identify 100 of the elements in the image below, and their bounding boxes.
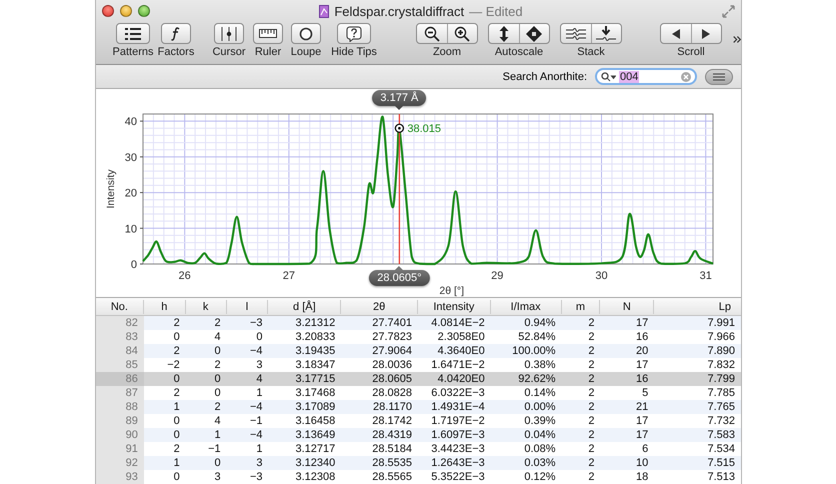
column-header[interactable]: m <box>562 300 600 314</box>
toolbar-label: Patterns <box>112 46 154 58</box>
table-cell-text: −4 <box>248 428 264 442</box>
list-button[interactable] <box>116 23 150 44</box>
table-cell-text: 28.5565 <box>371 470 413 484</box>
table-cell-text: 4 <box>213 330 222 344</box>
table-cell-text: −4 <box>248 400 264 414</box>
table-cell-text: 0 <box>213 372 222 386</box>
peak-value: 38.015 <box>407 123 442 136</box>
table-cell-text: 0 <box>213 344 222 358</box>
table-row[interactable]: 82 2 2 −3 3.21312 27.7401 4.0814E−2 0.94% 2 17 7.991 <box>96 316 741 330</box>
table-cell-text: 21 <box>635 400 650 414</box>
table-cell-text: 4.3640E0 <box>436 344 486 358</box>
search-field[interactable]: 004 <box>595 68 697 85</box>
table-cell-text: 1.7197E−2 <box>430 414 486 428</box>
table-cell-text: 3.13649 <box>294 428 336 442</box>
table-cell-text: 28.0036 <box>371 358 413 372</box>
column-header[interactable]: 2θ <box>341 300 418 314</box>
table-cell-text: 0.39% <box>523 414 557 428</box>
table-row[interactable]: 84 2 0 −4 3.19435 27.9064 4.3640E0 100.00% 2 20 7.890 <box>96 344 741 358</box>
table-cell-text: 2 <box>587 414 596 428</box>
table-row[interactable]: 85 −2 2 3 3.18347 28.0036 1.6471E−2 0.38% 2 17 7.832 <box>96 358 741 372</box>
table-cell-text: 2 <box>213 400 222 414</box>
table-row[interactable]: 93 0 3 −3 3.12308 28.5565 5.3522E−3 0.12% 2 18 7.513 <box>96 470 741 484</box>
zoom-button[interactable] <box>138 5 150 17</box>
table-cell-text: 2 <box>172 386 181 400</box>
table-cell-text: 20 <box>635 344 650 358</box>
table-cell-text: −3 <box>248 316 264 330</box>
x-tick-label: 31 <box>700 270 712 282</box>
table-cell-text: 2 <box>172 316 181 330</box>
table-cell-text: 17 <box>635 414 650 428</box>
table-cell-text: 2 <box>587 470 596 484</box>
fullscreen-icon[interactable] <box>722 4 735 18</box>
table-row[interactable]: 86 0 0 4 3.17715 28.0605 4.0420E0 92.62% 2 16 7.799 <box>96 372 741 386</box>
table-cell-text: 2 <box>587 372 596 386</box>
column-header[interactable]: l <box>226 300 268 314</box>
table-row[interactable]: 89 0 4 −1 3.16458 28.1742 1.7197E−2 0.39% 2 17 7.732 <box>96 414 741 428</box>
table-cell-text: 3.19435 <box>294 344 336 358</box>
table-cell-text: 2 <box>587 386 596 400</box>
function-icon <box>171 26 181 40</box>
table-cell-text: −4 <box>248 344 264 358</box>
table-row[interactable]: 83 0 4 0 3.20833 27.7823 2.3058E0 52.84% 2 16 7.966 <box>96 330 741 344</box>
column-header[interactable]: I/Imax <box>490 300 562 314</box>
row-number: 82 <box>96 316 144 330</box>
x-tick-label: 26 <box>178 270 191 282</box>
row-number: 85 <box>96 358 144 372</box>
row-number: 87 <box>96 386 144 400</box>
table-cell-text: 3.21312 <box>294 316 336 330</box>
toolbar-label: Cursor <box>212 46 246 58</box>
table-cell-text: 2 <box>172 442 181 456</box>
table-cell-text: 7.966 <box>706 330 736 344</box>
circle-button[interactable] <box>291 23 321 44</box>
table-cell-text: 0 <box>172 414 181 428</box>
toolbar-label: Loupe <box>290 46 322 58</box>
overflow-icon[interactable] <box>733 35 741 44</box>
y-tick-label: 40 <box>124 116 137 128</box>
table-row[interactable]: 87 2 0 1 3.17468 28.0828 6.0322E−3 0.14% 2 5 7.785 <box>96 386 741 400</box>
cursor-line[interactable] <box>398 114 400 264</box>
table-cell-text: 7.732 <box>706 414 736 428</box>
list-view-button[interactable] <box>705 68 733 84</box>
column-header[interactable]: Lp <box>654 300 741 314</box>
close-button[interactable] <box>102 5 114 17</box>
column-header[interactable]: N <box>600 300 654 314</box>
table-cell-text: 7.515 <box>706 456 736 470</box>
cursor-button[interactable] <box>214 23 244 44</box>
table-cell-text: 4 <box>255 372 264 386</box>
table-row[interactable]: 91 2 −1 1 3.12717 28.5184 3.4423E−3 0.08% 2 6 7.534 <box>96 442 741 456</box>
table-cell-text: 16 <box>635 372 650 386</box>
table-cell-text: 27.7823 <box>371 330 413 344</box>
table-cell-text: 28.1742 <box>371 414 413 428</box>
column-header[interactable]: No. <box>96 300 144 314</box>
function-button[interactable] <box>161 23 191 44</box>
column-header[interactable]: h <box>144 300 186 314</box>
help-button[interactable] <box>337 23 371 44</box>
table-cell-text: 1.6097E−3 <box>430 428 486 442</box>
table-cell-text: 0.14% <box>523 386 557 400</box>
toolbar-label: Autoscale <box>494 46 544 58</box>
row-number: 90 <box>96 428 144 442</box>
minimize-button[interactable] <box>120 5 132 17</box>
window-title: Feldspar.crystaldiffract <box>334 4 464 18</box>
table-row[interactable]: 88 1 2 −4 3.17089 28.1170 1.4931E−4 0.00% 2 21 7.765 <box>96 400 741 414</box>
ruler-button[interactable] <box>253 23 283 44</box>
table-cell-text: 6 <box>641 442 650 456</box>
table-cell-text: 0.00% <box>523 400 557 414</box>
table-cell-text: 2 <box>587 316 596 330</box>
table-row[interactable]: 90 0 1 −4 3.13649 28.4319 1.6097E−3 0.04% 2 17 7.583 <box>96 428 741 442</box>
table-row[interactable]: 92 1 0 3 3.12340 28.5535 1.2643E−3 0.03% 2 10 7.515 <box>96 456 741 470</box>
column-header[interactable]: Intensity <box>418 300 491 314</box>
table-cell-text: 52.84% <box>517 330 557 344</box>
table-cell-text: 0 <box>172 372 181 386</box>
table-cell-text: 7.832 <box>706 358 736 372</box>
stacked-curves-icon <box>566 26 586 40</box>
table-cell-text: 0 <box>172 428 181 442</box>
column-header[interactable]: k <box>186 300 227 314</box>
table-cell-text: 0 <box>213 386 222 400</box>
loupe-icon <box>299 26 313 40</box>
zoom-out-icon <box>424 26 440 42</box>
table-cell-text: 0 <box>255 330 264 344</box>
column-header[interactable]: d [Å] <box>268 300 342 314</box>
table-cell-text: 28.1170 <box>372 400 413 414</box>
